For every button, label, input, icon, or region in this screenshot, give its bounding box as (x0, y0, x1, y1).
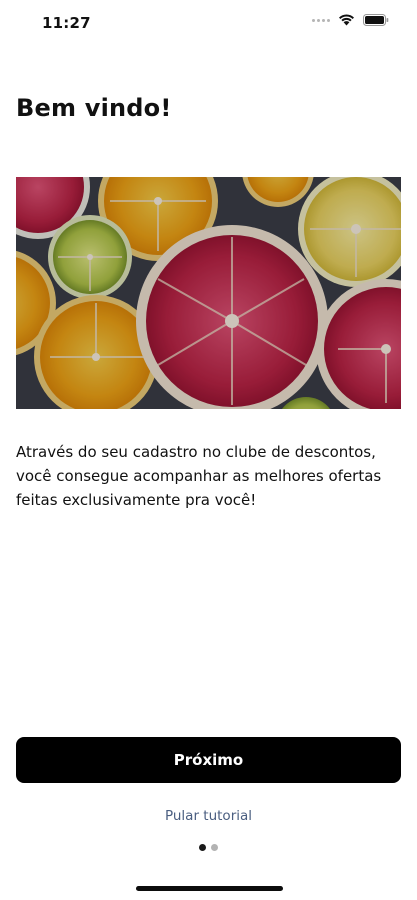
pager-dot (211, 844, 218, 851)
pager-dots (0, 844, 417, 851)
citrus-slices-image (16, 177, 401, 409)
status-time: 11:27 (42, 14, 91, 32)
home-indicator (136, 886, 283, 891)
intro-description: Através do seu cadastro no clube de desc… (16, 443, 382, 509)
hero-image (16, 177, 401, 409)
status-icons (312, 14, 389, 26)
wifi-icon (339, 14, 354, 26)
next-button[interactable]: Próximo (16, 737, 401, 783)
status-bar: 11:27 (0, 0, 417, 46)
signal-dots-icon (312, 18, 330, 22)
pager-dot (199, 844, 206, 851)
battery-icon (363, 14, 389, 26)
skip-tutorial-link[interactable]: Pular tutorial (0, 808, 417, 824)
page-title: Bem vindo! (16, 94, 172, 122)
